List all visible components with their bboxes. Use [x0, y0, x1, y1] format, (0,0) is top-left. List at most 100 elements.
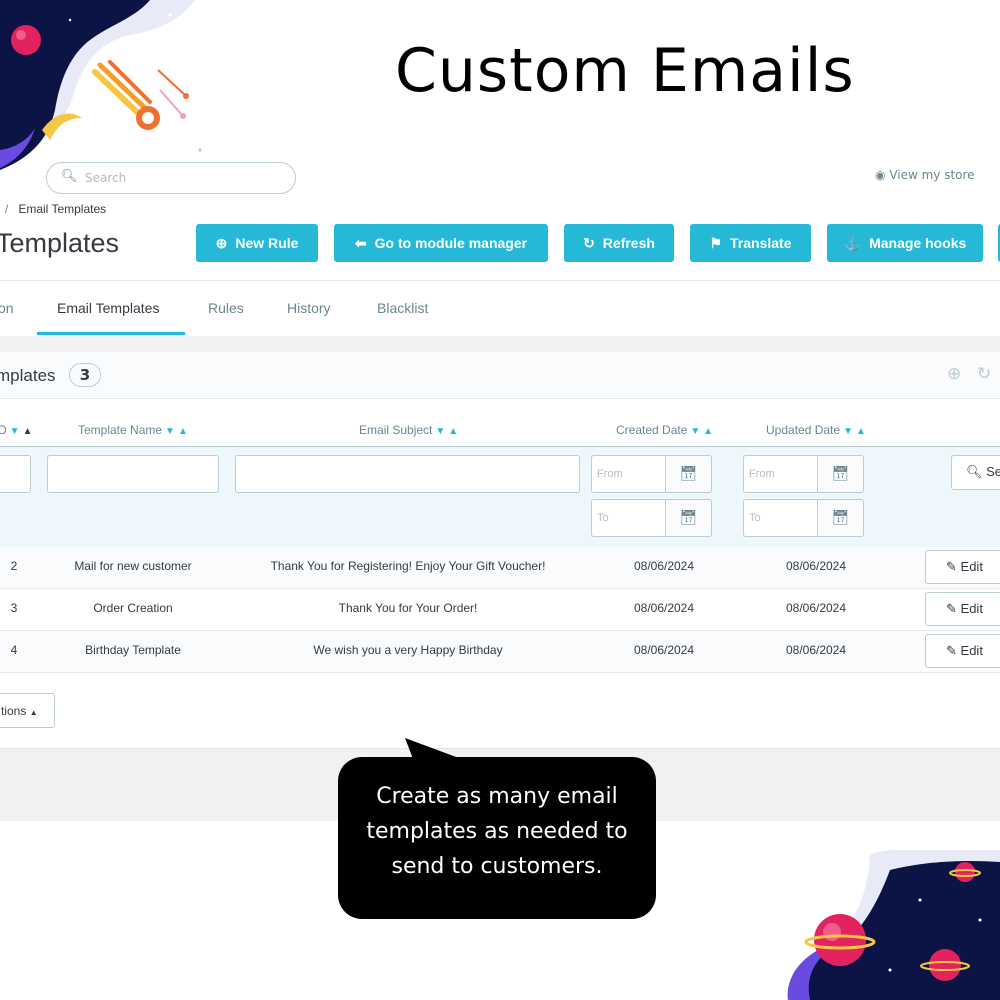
- calendar-icon[interactable]: 📅︎: [666, 499, 712, 537]
- column-header-created-date: Created Date ▼ ▲: [616, 423, 713, 437]
- edit-label: Edit: [960, 643, 983, 658]
- manage-hooks-button[interactable]: ⚓ Manage hooks: [827, 224, 983, 262]
- translate-label: Translate: [730, 235, 792, 251]
- sort-asc-icon[interactable]: ▲: [448, 426, 458, 437]
- sort-asc-icon[interactable]: ▲: [178, 426, 188, 437]
- pencil-icon: ✎: [946, 559, 957, 574]
- sort-desc-icon[interactable]: ▼: [435, 426, 445, 437]
- column-label: D: [0, 423, 7, 437]
- sort-asc-icon[interactable]: ▲: [703, 426, 713, 437]
- search-button-label: Sea: [986, 464, 1000, 479]
- column-header-template-name: Template Name ▼ ▲: [78, 423, 188, 437]
- arrow-left-circle-icon: ⬅: [354, 234, 367, 251]
- callout-bubble: Create as many email templates as needed…: [338, 757, 656, 919]
- updated-from-placeholder: From: [749, 468, 775, 480]
- search-icon: 🔍︎: [966, 464, 983, 479]
- cell-created-date: 08/06/2024: [633, 643, 695, 657]
- tab-blacklist[interactable]: Blacklist: [377, 300, 428, 316]
- sort-asc-icon[interactable]: ▲: [23, 426, 33, 437]
- page-title: Templates: [0, 228, 120, 258]
- bulk-actions-label: tions: [1, 704, 27, 718]
- pencil-icon: ✎: [946, 643, 957, 658]
- callout-line: send to customers.: [391, 854, 603, 879]
- sort-desc-icon[interactable]: ▼: [690, 426, 700, 437]
- cell-id: 4: [10, 643, 18, 657]
- created-from-placeholder: From: [597, 468, 623, 480]
- cell-created-date: 08/06/2024: [633, 559, 695, 573]
- cell-email-subject: Thank You for Your Order!: [338, 601, 478, 615]
- cell-updated-date: 08/06/2024: [785, 643, 847, 657]
- space-illustration-bottom: [787, 850, 1000, 1000]
- column-label: Template Name: [78, 423, 163, 437]
- tab-configuration[interactable]: on: [0, 300, 14, 316]
- translate-button[interactable]: ⚑ Translate: [690, 224, 811, 262]
- cell-id: 2: [10, 559, 18, 573]
- filter-email-subject-input[interactable]: [235, 455, 580, 493]
- updated-to-placeholder: To: [749, 512, 761, 524]
- edit-button[interactable]: ✎ Edit: [925, 634, 1000, 668]
- plus-circle-icon: ⊕: [215, 234, 228, 251]
- module-manager-label: Go to module manager: [374, 235, 528, 251]
- cell-updated-date: 08/06/2024: [785, 559, 847, 573]
- calendar-icon[interactable]: 📅︎: [818, 499, 864, 537]
- anchor-icon: ⚓: [843, 234, 862, 251]
- count-badge: 3: [69, 363, 101, 387]
- search-icon: 🔍︎: [61, 169, 78, 184]
- search-input[interactable]: 🔍︎ Search: [46, 162, 296, 194]
- manage-hooks-label: Manage hooks: [869, 235, 967, 251]
- table-row: 3 Order Creation Thank You for Your Orde…: [0, 589, 1000, 631]
- refresh-list-icon[interactable]: ↻: [977, 364, 991, 384]
- cell-template-name: Birthday Template: [85, 643, 181, 657]
- sort-desc-icon[interactable]: ▼: [10, 426, 20, 437]
- edit-label: Edit: [960, 601, 983, 616]
- breadcrumb-current[interactable]: Email Templates: [18, 202, 106, 216]
- edit-button[interactable]: ✎ Edit: [925, 592, 1000, 626]
- callout-line: Create as many email: [376, 784, 618, 809]
- cell-template-name: Mail for new customer: [74, 559, 192, 573]
- module-manager-button[interactable]: ⬅ Go to module manager: [334, 224, 548, 262]
- filter-template-name-input[interactable]: [47, 455, 219, 493]
- column-header-id: D ▼ ▲: [0, 423, 32, 437]
- filter-id-input[interactable]: [0, 455, 31, 493]
- calendar-icon[interactable]: 📅︎: [666, 455, 712, 493]
- table-row: 4 Birthday Template We wish you a very H…: [0, 631, 1000, 673]
- sort-desc-icon[interactable]: ▼: [843, 426, 853, 437]
- search-placeholder: Search: [85, 171, 127, 185]
- tab-email-templates[interactable]: Email Templates: [57, 300, 159, 316]
- column-header-updated-date: Updated Date ▼ ▲: [766, 423, 866, 437]
- refresh-button[interactable]: ↻ Refresh: [564, 224, 674, 262]
- bulk-actions-button[interactable]: tions ▲: [0, 693, 55, 728]
- column-label: Created Date: [616, 423, 688, 437]
- calendar-icon[interactable]: 📅︎: [818, 455, 864, 493]
- breadcrumb-separator: /: [5, 202, 9, 216]
- cell-created-date: 08/06/2024: [633, 601, 695, 615]
- flag-icon: ⚑: [709, 234, 723, 251]
- panel-title: mplates: [0, 366, 56, 385]
- edit-button[interactable]: ✎ Edit: [925, 550, 1000, 584]
- new-rule-label: New Rule: [235, 235, 299, 251]
- cell-id: 3: [10, 601, 18, 615]
- add-icon[interactable]: ⊕: [947, 364, 961, 384]
- caret-up-icon: ▲: [29, 708, 38, 717]
- table-row: 2 Mail for new customer Thank You for Re…: [0, 547, 1000, 589]
- view-store-link[interactable]: ◉ View my store: [875, 168, 975, 182]
- pencil-icon: ✎: [946, 601, 957, 616]
- sort-desc-icon[interactable]: ▼: [165, 426, 175, 437]
- refresh-label: Refresh: [602, 235, 655, 251]
- tabs-bar: on Email Templates Rules History Blackli…: [0, 280, 1000, 338]
- column-header-email-subject: Email Subject ▼ ▲: [359, 423, 458, 437]
- cell-updated-date: 08/06/2024: [785, 601, 847, 615]
- new-rule-button[interactable]: ⊕ New Rule: [196, 224, 318, 262]
- sort-asc-icon[interactable]: ▲: [856, 426, 866, 437]
- refresh-icon: ↻: [583, 234, 595, 251]
- column-label: Email Subject: [359, 423, 433, 437]
- cell-email-subject: Thank You for Registering! Enjoy Your Gi…: [270, 559, 546, 573]
- tab-history[interactable]: History: [287, 300, 331, 316]
- space-illustration-top: [0, 0, 202, 170]
- tab-rules[interactable]: Rules: [208, 300, 244, 316]
- eye-icon: ◉: [875, 168, 886, 182]
- edit-label: Edit: [960, 559, 983, 574]
- filter-search-button[interactable]: 🔍︎ Sea: [951, 455, 1000, 490]
- column-label: Updated Date: [766, 423, 841, 437]
- content-background: [0, 336, 1000, 352]
